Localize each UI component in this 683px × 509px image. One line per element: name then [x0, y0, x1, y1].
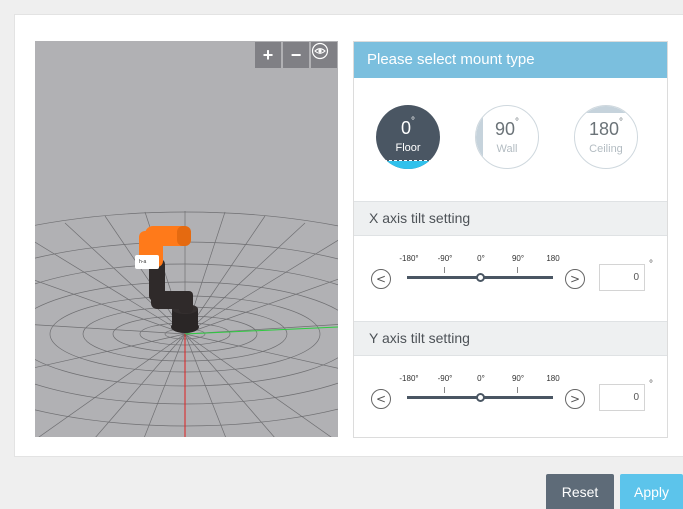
- floor-grid-scene: [35, 211, 338, 437]
- degree-symbol: °: [649, 259, 653, 270]
- y-axis-value-input[interactable]: 0: [599, 384, 645, 411]
- y-tick-label: 90: [511, 374, 521, 383]
- mount-floor-label: Floor: [395, 142, 421, 154]
- chevron-left-icon: <: [375, 272, 387, 286]
- x-axis-slider-knob[interactable]: [476, 273, 485, 282]
- view-toggle-button[interactable]: [311, 42, 337, 68]
- y-axis-slider-row: < -180° -90° 0° 90° 180 > 0 °: [354, 356, 667, 440]
- y-axis-increase-button[interactable]: >: [565, 389, 585, 409]
- degree-symbol: °: [619, 117, 624, 128]
- plus-icon: +: [262, 44, 274, 65]
- x-tick-label: 180: [546, 254, 560, 263]
- mount-ceiling-degree: 180: [588, 119, 620, 139]
- eye-icon: [311, 42, 329, 60]
- minus-icon: −: [290, 44, 302, 65]
- degree-symbol: °: [649, 379, 653, 390]
- x-axis-slider-row: < -180° -90° 0° 90° 180 > 0 °: [354, 236, 667, 320]
- y-tick-label: -90: [437, 374, 450, 383]
- mount-floor-option[interactable]: 0° Floor: [376, 105, 440, 169]
- y-axis-slider-knob[interactable]: [476, 393, 485, 402]
- zoom-in-button[interactable]: +: [255, 42, 281, 68]
- x-tick-label: 90: [511, 254, 521, 263]
- x-tick-label: -90: [437, 254, 450, 263]
- robot-label: h-a: [139, 259, 147, 265]
- mount-wall-label: Wall: [496, 143, 518, 155]
- chevron-left-icon: <: [375, 392, 387, 406]
- apply-button[interactable]: Apply: [620, 474, 683, 509]
- zoom-out-button[interactable]: −: [283, 42, 309, 68]
- degree-symbol: °: [411, 116, 415, 127]
- y-axis-decrease-button[interactable]: <: [371, 389, 391, 409]
- mount-floor-degree: 0: [400, 118, 411, 138]
- mount-ceiling-option[interactable]: 180° Ceiling: [574, 105, 638, 169]
- chevron-right-icon: >: [569, 392, 581, 406]
- degree-symbol: °: [515, 117, 520, 128]
- panel-header: Please select mount type: [354, 42, 667, 78]
- y-tick-label: -180: [399, 374, 416, 383]
- robot-3d-viewport[interactable]: h-a + −: [35, 41, 338, 437]
- mount-wall-option[interactable]: 90° Wall: [475, 105, 539, 169]
- reset-button[interactable]: Reset: [546, 474, 614, 509]
- mount-type-panel: Please select mount type 0° Floor 90° Wa…: [353, 41, 668, 438]
- x-axis-increase-button[interactable]: >: [565, 269, 585, 289]
- mount-ceiling-label: Ceiling: [589, 143, 623, 155]
- x-axis-section-title: X axis tilt setting: [354, 201, 667, 236]
- chevron-right-icon: >: [569, 272, 581, 286]
- x-axis-decrease-button[interactable]: <: [371, 269, 391, 289]
- y-axis-section-title: Y axis tilt setting: [354, 321, 667, 356]
- mount-wall-degree: 90: [494, 119, 516, 139]
- x-axis-value-input[interactable]: 0: [599, 264, 645, 291]
- x-tick-label: -180: [399, 254, 416, 263]
- y-tick-label: 180: [546, 374, 560, 383]
